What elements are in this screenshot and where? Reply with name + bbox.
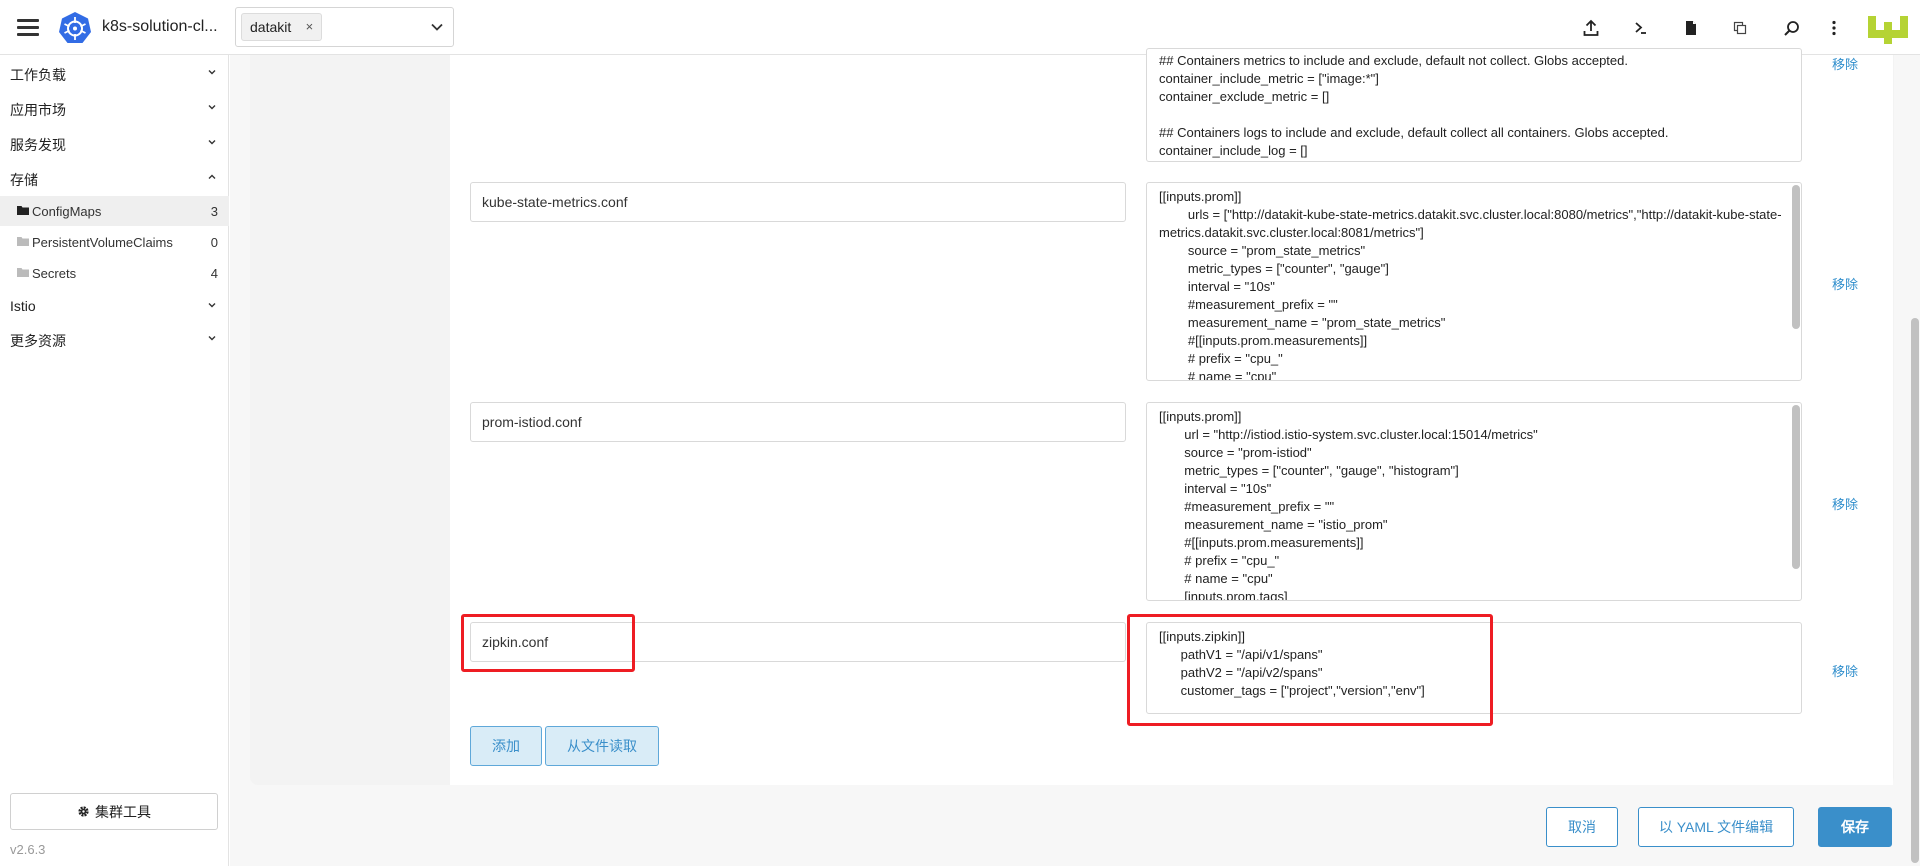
namespace-select[interactable]: datakit ×: [235, 7, 454, 47]
cluster-name[interactable]: k8s-solution-cl...: [102, 18, 218, 36]
folder-icon: [17, 237, 29, 246]
textarea-scrollbar[interactable]: [1792, 185, 1800, 329]
nav-group-service-discovery[interactable]: 服务发现: [0, 127, 229, 157]
namespace-tag-label: datakit: [250, 19, 292, 35]
chevron-down-icon[interactable]: [430, 20, 444, 34]
namespace-tag: datakit ×: [241, 13, 323, 41]
config-value-text: ## Containers metrics to include and exc…: [1159, 53, 1669, 158]
chevron-down-icon: [208, 140, 216, 145]
chevron-down-icon: [208, 336, 216, 341]
file-icon[interactable]: [1680, 17, 1702, 39]
config-value-textarea[interactable]: [[inputs.prom]] urls = ["http://datakit-…: [1146, 182, 1802, 381]
nav-group-workloads[interactable]: 工作负载: [0, 57, 229, 87]
nav-group-more-resources[interactable]: 更多资源: [0, 323, 229, 353]
nav-group-istio[interactable]: Istio: [0, 290, 229, 320]
nav-group-app-market[interactable]: 应用市场: [0, 92, 229, 122]
namespace-tag-remove-icon[interactable]: ×: [306, 14, 314, 40]
cancel-button[interactable]: 取消: [1546, 807, 1618, 847]
upload-icon[interactable]: [1580, 17, 1602, 39]
textarea-scrollbar[interactable]: [1792, 405, 1800, 569]
config-value-text: [[inputs.zipkin]] pathV1 = "/api/v1/span…: [1159, 629, 1425, 698]
folder-icon: [17, 268, 29, 277]
save-button[interactable]: 保存: [1818, 807, 1892, 847]
gear-icon: [78, 806, 89, 817]
sidebar-item-secrets[interactable]: Secrets 4: [0, 258, 229, 288]
remove-entry-button[interactable]: 移除: [1832, 54, 1858, 73]
copy-icon[interactable]: [1729, 17, 1751, 39]
app-version: v2.6.3: [10, 842, 46, 857]
remove-entry-button[interactable]: 移除: [1832, 494, 1858, 513]
remove-entry-button[interactable]: 移除: [1832, 274, 1858, 293]
nav-group-storage[interactable]: 存储: [0, 162, 229, 192]
config-value-text: [[inputs.prom]] urls = ["http://datakit-…: [1159, 189, 1782, 381]
user-avatar-icon[interactable]: [1868, 14, 1908, 44]
kubernetes-logo-icon: [59, 12, 91, 43]
search-icon[interactable]: [1780, 17, 1802, 39]
config-value-text: [[inputs.prom]] url = "http://istiod.ist…: [1159, 409, 1538, 601]
nav-group-label: 应用市场: [10, 102, 66, 118]
sidebar-item-persistentvolumeclaims[interactable]: PersistentVolumeClaims 0: [0, 227, 229, 257]
nav-group-label: Istio: [10, 298, 36, 314]
sidebar-item-label: Secrets: [32, 266, 77, 281]
sidebar-item-label: PersistentVolumeClaims: [32, 235, 173, 250]
chevron-up-icon: [208, 174, 216, 179]
menu-icon[interactable]: [17, 19, 39, 36]
sidebar-item-count: 4: [210, 266, 218, 281]
folder-icon: [17, 206, 29, 215]
remove-entry-button[interactable]: 移除: [1832, 661, 1858, 680]
top-header: k8s-solution-cl... datakit ×: [0, 0, 1920, 55]
nav-group-label: 工作负载: [10, 67, 66, 83]
config-value-textarea[interactable]: [[inputs.prom]] url = "http://istiod.ist…: [1146, 402, 1802, 601]
cluster-tools-label: 集群工具: [95, 803, 151, 820]
terminal-icon[interactable]: [1630, 17, 1652, 39]
chevron-down-icon: [208, 105, 216, 110]
cluster-tools-button[interactable]: 集群工具: [10, 793, 218, 830]
add-entry-button[interactable]: 添加: [470, 726, 542, 766]
more-vertical-icon[interactable]: [1823, 17, 1845, 39]
page-scrollbar[interactable]: [1911, 318, 1919, 863]
edit-as-yaml-button[interactable]: 以 YAML 文件编辑: [1638, 807, 1794, 847]
nav-group-label: 服务发现: [10, 137, 66, 153]
sidebar: 工作负载 应用市场 服务发现 存储 ConfigMaps 3 Persisten…: [0, 55, 229, 866]
config-value-textarea[interactable]: ## Containers metrics to include and exc…: [1146, 48, 1802, 162]
sidebar-item-count: 3: [210, 204, 218, 219]
nav-group-label: 更多资源: [10, 333, 66, 349]
nav-group-label: 存储: [10, 172, 38, 188]
chevron-down-icon: [208, 70, 216, 75]
sidebar-item-label: ConfigMaps: [32, 204, 102, 219]
config-key-input[interactable]: prom-istiod.conf: [470, 402, 1126, 442]
sidebar-item-count: 0: [210, 235, 218, 250]
config-value-textarea[interactable]: [[inputs.zipkin]] pathV1 = "/api/v1/span…: [1146, 622, 1802, 714]
config-key-input[interactable]: zipkin.conf: [470, 622, 1126, 662]
read-from-file-button[interactable]: 从文件读取: [545, 726, 659, 766]
chevron-down-icon: [208, 303, 216, 308]
config-key-input[interactable]: kube-state-metrics.conf: [470, 182, 1126, 222]
sidebar-item-configmaps[interactable]: ConfigMaps 3: [0, 196, 229, 226]
